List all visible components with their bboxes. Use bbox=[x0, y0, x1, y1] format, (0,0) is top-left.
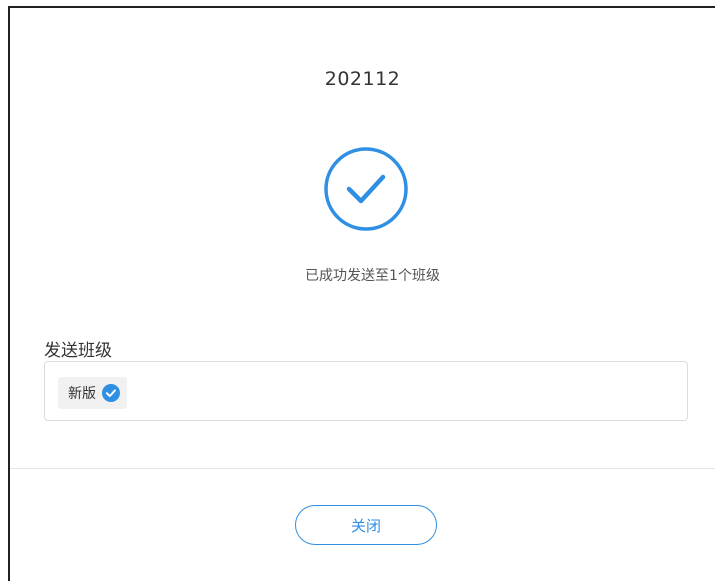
class-list-box: 新版 bbox=[44, 361, 688, 421]
dialog-title: 202112 bbox=[324, 68, 401, 90]
class-chip: 新版 bbox=[58, 377, 127, 409]
class-chip-label: 新版 bbox=[68, 386, 96, 402]
send-classes-label: 发送班级 bbox=[44, 341, 112, 361]
success-message: 已成功发送至1个班级 bbox=[305, 268, 440, 284]
close-button[interactable]: 关闭 bbox=[295, 505, 437, 545]
check-badge-icon bbox=[102, 384, 120, 402]
footer-divider bbox=[10, 468, 715, 469]
check-circle-icon bbox=[323, 146, 409, 232]
send-result-dialog: 202112 已成功发送至1个班级 发送班级 新版 关闭 bbox=[8, 6, 715, 581]
